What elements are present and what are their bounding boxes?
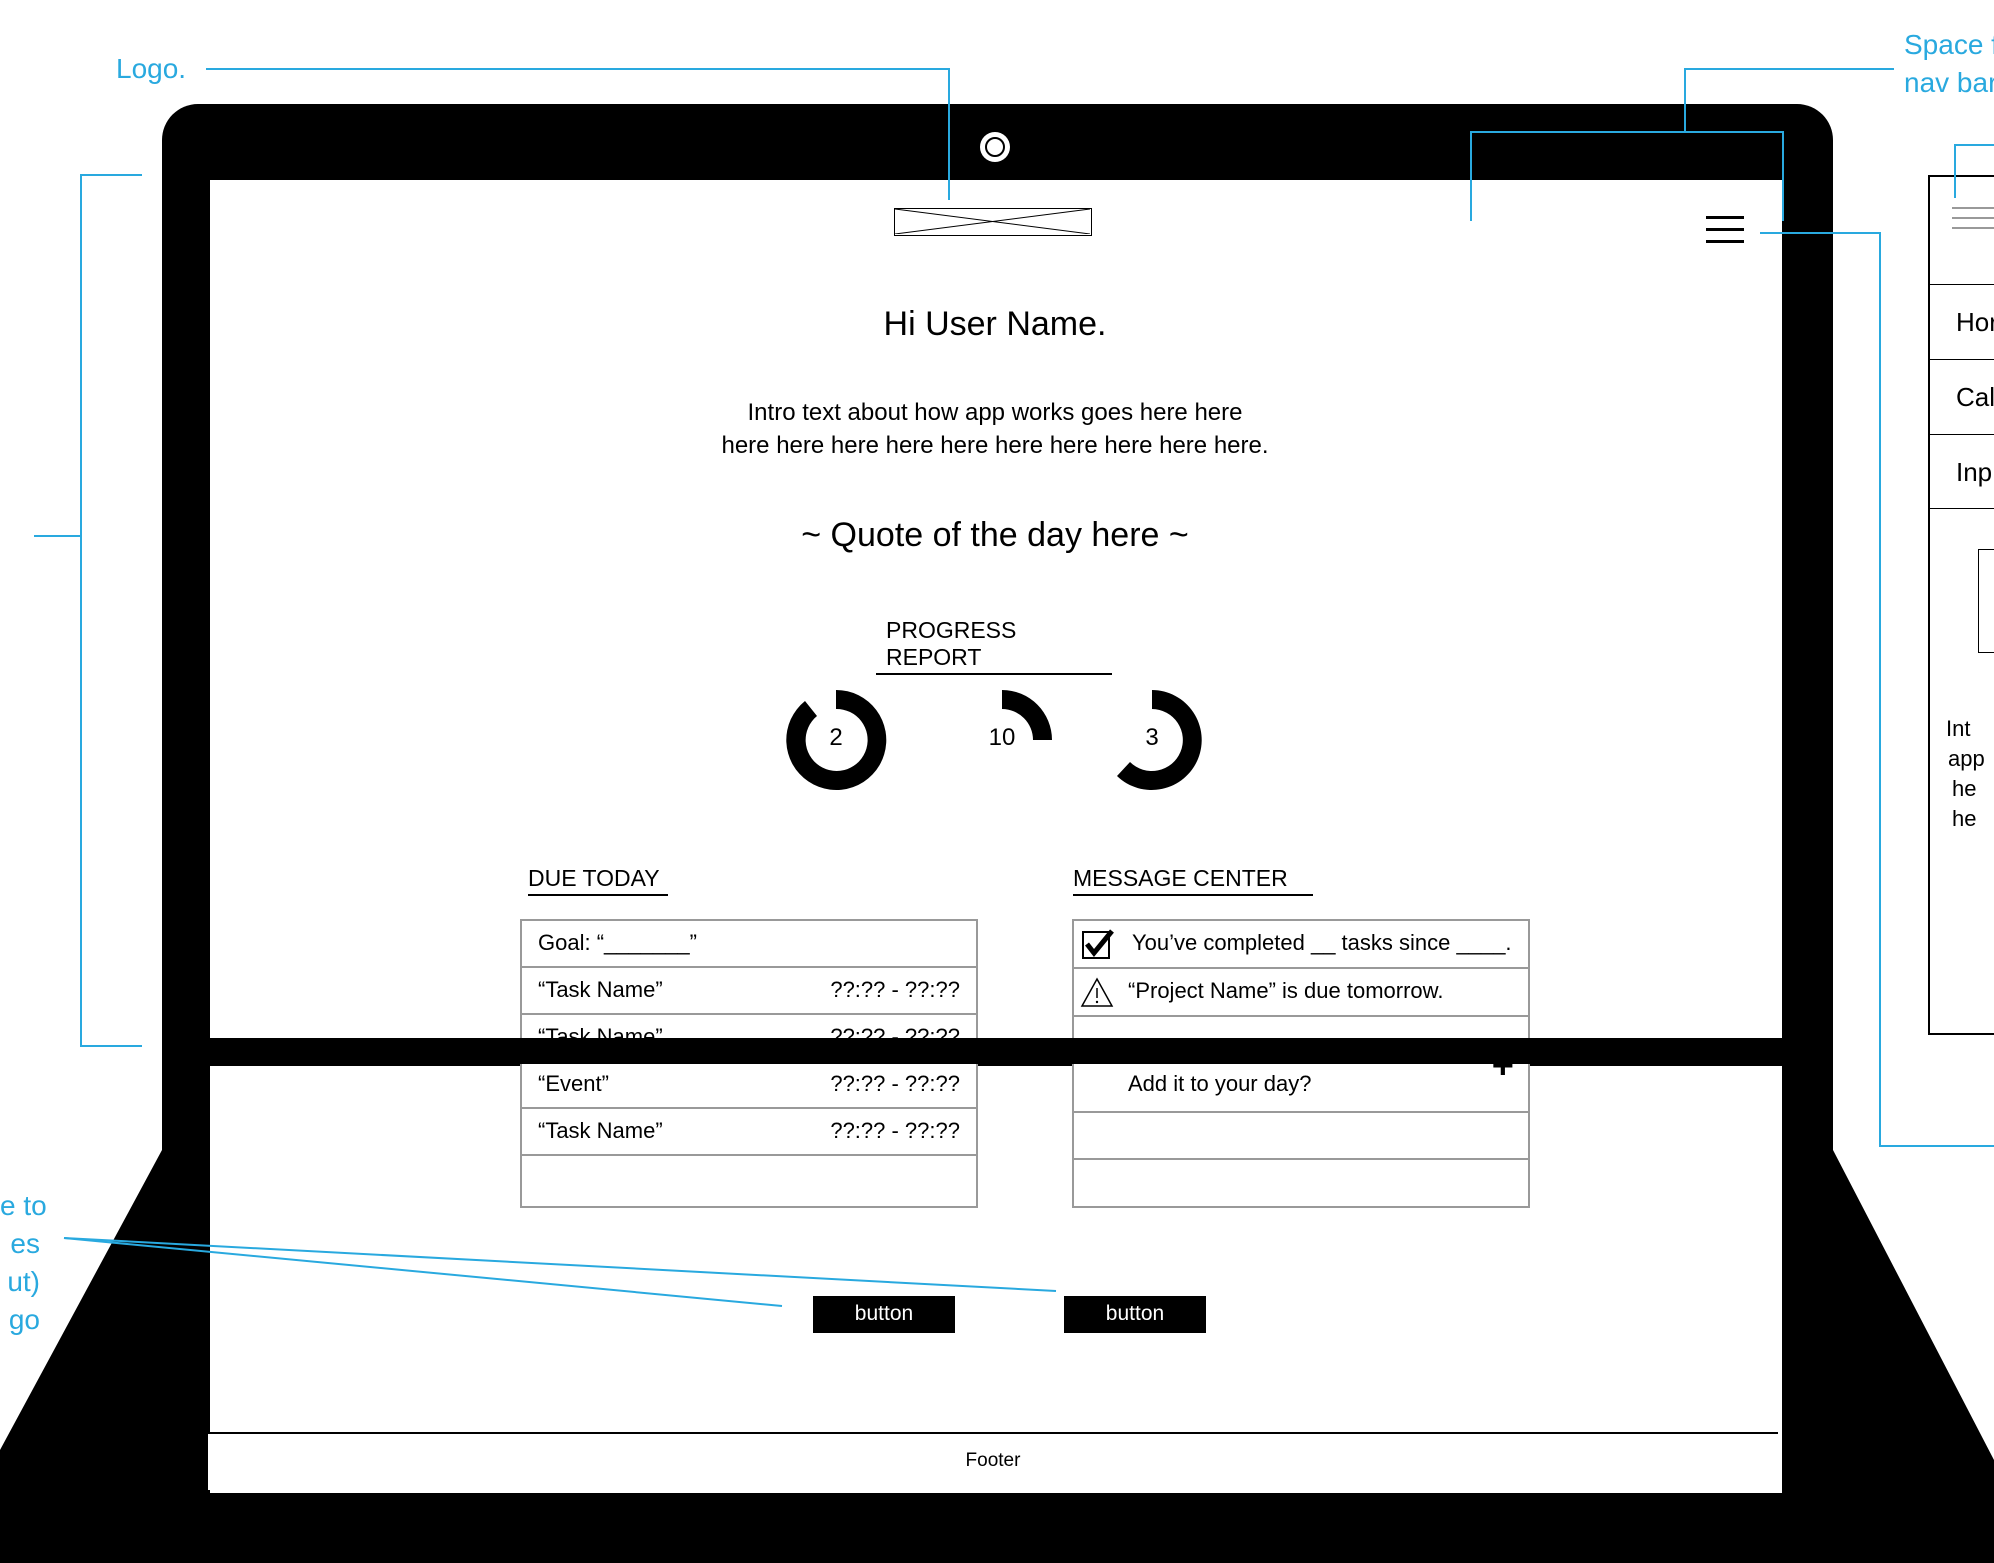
annotation-pointer-lines: [63, 1237, 1057, 1307]
